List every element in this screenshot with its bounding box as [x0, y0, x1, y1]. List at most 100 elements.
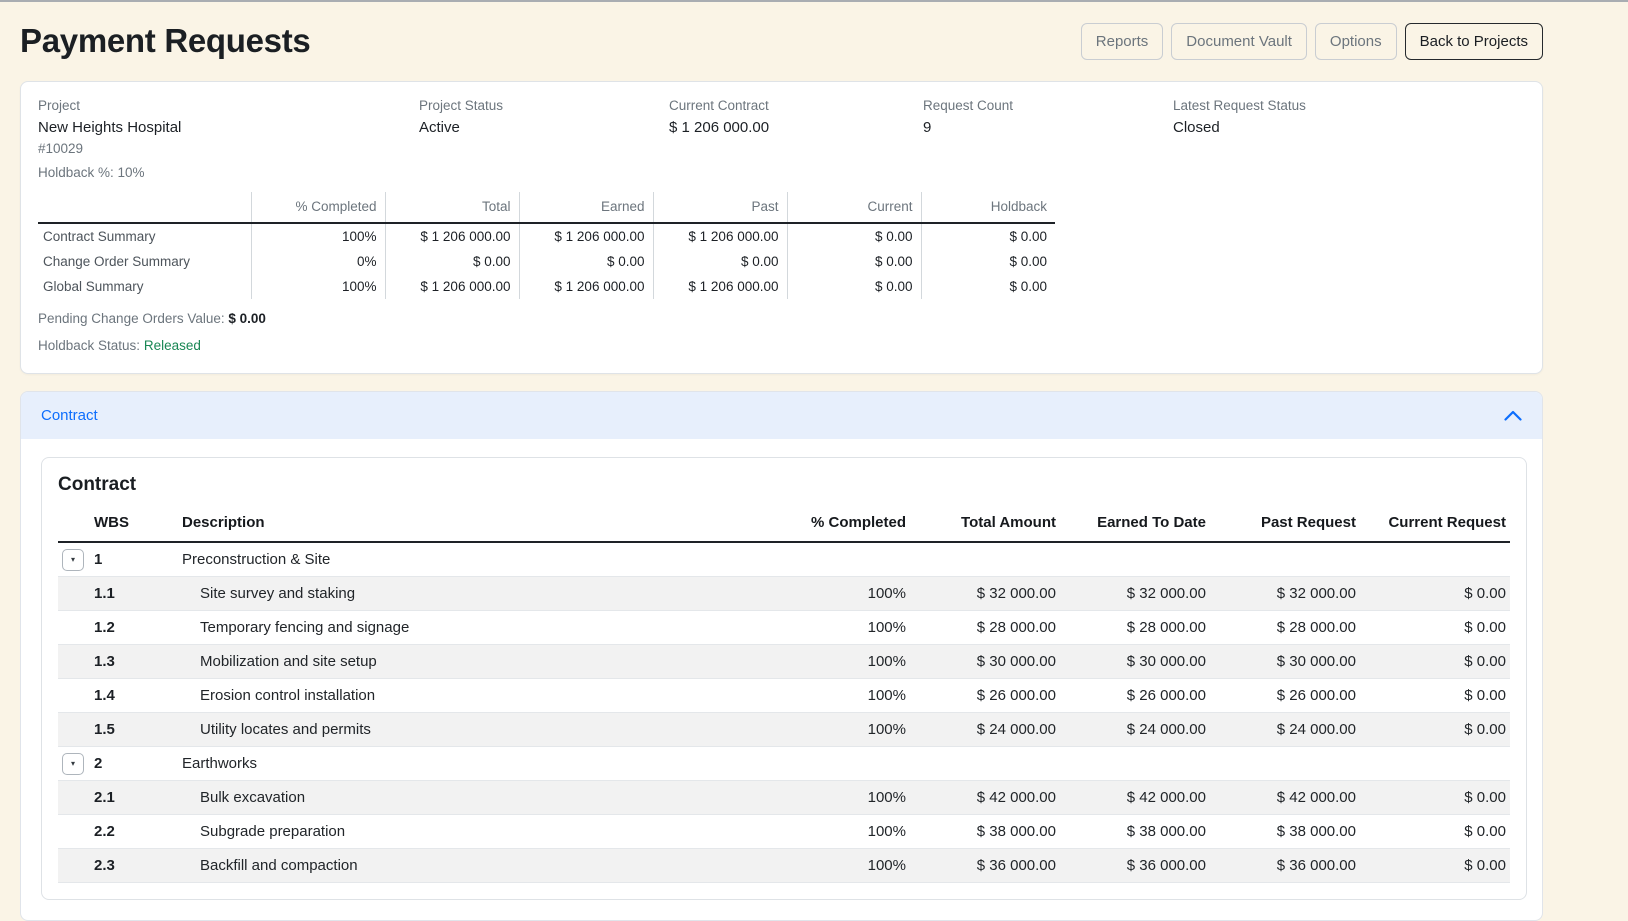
cell-expander: ▾: [58, 849, 94, 883]
summary-cell-holdback: $ 0.00: [921, 223, 1055, 249]
cell-expander: ▾: [58, 645, 94, 679]
cell-total-amount: $ 42 000.00: [910, 781, 1060, 815]
page-header: Payment Requests Reports Document Vault …: [20, 22, 1543, 60]
cell-total-amount: $ 24 000.00: [910, 713, 1060, 747]
summary-column-past: Past: [653, 192, 787, 223]
field-sub: #10029: [38, 141, 419, 157]
cell-current-request: $ 0.00: [1360, 611, 1510, 645]
summary-column-total: Total: [385, 192, 519, 223]
cell-total-amount: $ 26 000.00: [910, 679, 1060, 713]
field-value: Closed: [1173, 119, 1525, 136]
summary-cell-earned: $ 1 206 000.00: [519, 274, 653, 299]
toolbar-button[interactable]: Back to Projects: [1405, 23, 1543, 60]
cell-wbs: 1: [94, 542, 182, 577]
cell-past-request: $ 26 000.00: [1210, 679, 1360, 713]
cell-total-amount: [910, 542, 1060, 577]
project-field: Latest Request Status Closed: [1173, 98, 1525, 157]
cell-total-amount: [910, 747, 1060, 781]
cell-completed: 100%: [760, 849, 910, 883]
cell-earned-to-date: $ 30 000.00: [1060, 645, 1210, 679]
toolbar-button[interactable]: Document Vault: [1171, 23, 1307, 60]
cell-earned-to-date: [1060, 747, 1210, 781]
cell-completed: 100%: [760, 611, 910, 645]
contract-card-title: Contract: [58, 474, 1510, 496]
cell-description: Preconstruction & Site: [182, 542, 760, 577]
holdback-status-value: Released: [144, 338, 201, 353]
cell-current-request: $ 0.00: [1360, 713, 1510, 747]
summary-row-label: Global Summary: [38, 274, 251, 299]
cell-description: Temporary fencing and signage: [182, 611, 760, 645]
column-header-description: Description: [182, 508, 760, 542]
column-header-expander: [58, 508, 94, 542]
summary-column-current: Current: [787, 192, 921, 223]
contract-row: ▾ 1 Preconstruction & Site: [58, 542, 1510, 577]
column-header-earned-to-date: Earned To Date: [1060, 508, 1210, 542]
project-field: Request Count 9: [923, 98, 1173, 157]
field-sub: [923, 141, 1173, 157]
cell-description: Erosion control installation: [182, 679, 760, 713]
pending-change-orders-line: Pending Change Orders Value: $ 0.00: [38, 311, 1525, 326]
cell-current-request: [1360, 542, 1510, 577]
cell-description: Backfill and compaction: [182, 849, 760, 883]
cell-completed: 100%: [760, 645, 910, 679]
cell-expander: ▾: [58, 542, 94, 577]
cell-current-request: $ 0.00: [1360, 781, 1510, 815]
cell-past-request: $ 42 000.00: [1210, 781, 1360, 815]
summary-column-holdback: Holdback: [921, 192, 1055, 223]
column-header-current-request: Current Request: [1360, 508, 1510, 542]
summary-cell-holdback: $ 0.00: [921, 249, 1055, 274]
summary-cell-total: $ 1 206 000.00: [385, 223, 519, 249]
project-field: Project New Heights Hospital #10029: [38, 98, 419, 157]
summary-cell-past: $ 1 206 000.00: [653, 274, 787, 299]
cell-past-request: $ 36 000.00: [1210, 849, 1360, 883]
summary-cell-current: $ 0.00: [787, 223, 921, 249]
summary-row: Change Order Summary 0% $ 0.00 $ 0.00 $ …: [38, 249, 1055, 274]
pending-change-orders-label: Pending Change Orders Value:: [38, 311, 225, 326]
cell-past-request: [1210, 747, 1360, 781]
accordion-body: Contract WBS Description % Completed Tot…: [21, 439, 1542, 920]
chevron-up-icon: [1504, 410, 1522, 421]
contract-row: ▾ 1.1 Site survey and staking 100% $ 32 …: [58, 577, 1510, 611]
summary-corner-cell: [38, 192, 251, 223]
field-label: Project: [38, 98, 419, 113]
expander-button[interactable]: ▾: [62, 549, 84, 571]
cell-total-amount: $ 36 000.00: [910, 849, 1060, 883]
cell-total-amount: $ 30 000.00: [910, 645, 1060, 679]
holdback-status-line: Holdback Status: Released: [38, 338, 1525, 353]
cell-earned-to-date: [1060, 542, 1210, 577]
toolbar-button[interactable]: Options: [1315, 23, 1397, 60]
toolbar-button[interactable]: Reports: [1081, 23, 1164, 60]
cell-wbs: 2.1: [94, 781, 182, 815]
field-label: Request Count: [923, 98, 1173, 113]
cell-wbs: 1.4: [94, 679, 182, 713]
cell-expander: ▾: [58, 679, 94, 713]
field-sub: [669, 141, 923, 157]
project-card: Project New Heights Hospital #10029 Proj…: [20, 81, 1543, 374]
caret-down-icon: ▾: [71, 555, 75, 564]
window-top-edge: [0, 0, 1628, 2]
cell-wbs: 2.2: [94, 815, 182, 849]
contract-table: WBS Description % Completed Total Amount…: [58, 508, 1510, 883]
summary-header-row: % Completed Total Earned Past Current Ho…: [38, 192, 1055, 223]
summary-row-label: Change Order Summary: [38, 249, 251, 274]
cell-past-request: $ 38 000.00: [1210, 815, 1360, 849]
cell-wbs: 1.3: [94, 645, 182, 679]
cell-completed: 100%: [760, 713, 910, 747]
accordion-title: Contract: [41, 407, 98, 424]
page-title: Payment Requests: [20, 22, 310, 60]
cell-past-request: $ 24 000.00: [1210, 713, 1360, 747]
page-container: Payment Requests Reports Document Vault …: [20, 22, 1543, 921]
cell-description: Mobilization and site setup: [182, 645, 760, 679]
cell-earned-to-date: $ 36 000.00: [1060, 849, 1210, 883]
cell-completed: 100%: [760, 577, 910, 611]
cell-completed: 100%: [760, 679, 910, 713]
summary-cell-earned: $ 0.00: [519, 249, 653, 274]
cell-wbs: 2: [94, 747, 182, 781]
holdback-status-label: Holdback Status:: [38, 338, 140, 353]
contract-accordion: Contract Contract WBS Description: [20, 391, 1543, 921]
cell-current-request: [1360, 747, 1510, 781]
contract-accordion-header[interactable]: Contract: [21, 392, 1542, 439]
cell-total-amount: $ 28 000.00: [910, 611, 1060, 645]
expander-button[interactable]: ▾: [62, 753, 84, 775]
contract-row: ▾ 1.2 Temporary fencing and signage 100%…: [58, 611, 1510, 645]
